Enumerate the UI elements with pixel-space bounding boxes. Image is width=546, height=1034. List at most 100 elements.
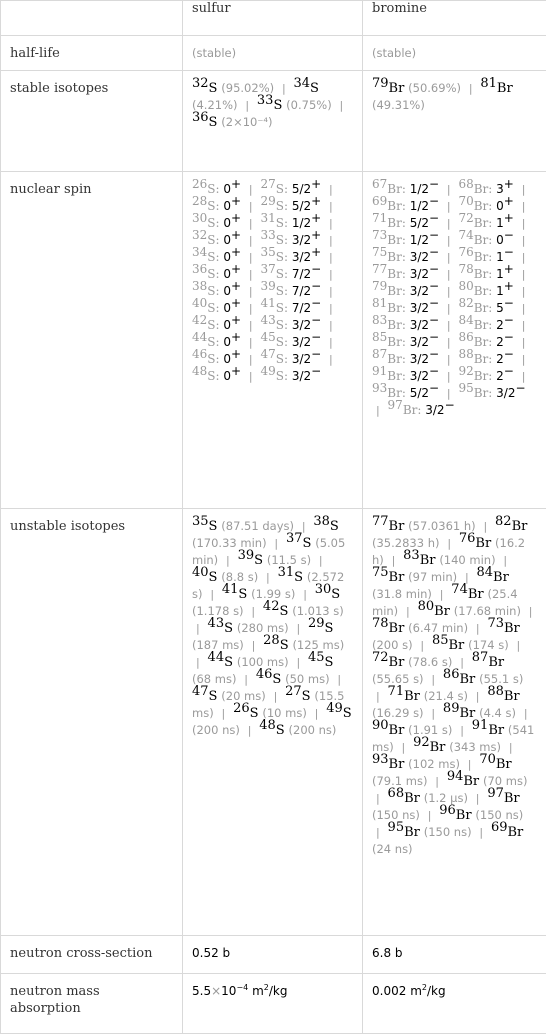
- separator: |: [443, 217, 455, 230]
- separator: |: [436, 588, 448, 601]
- parity: +: [504, 194, 514, 208]
- spin-value: 3/2: [292, 233, 311, 247]
- element-symbol: Br: [389, 621, 405, 636]
- mass-number: 71: [388, 684, 405, 699]
- separator: |: [270, 537, 282, 550]
- mass-absorption-value: 5.5×10−4 m2/kg: [192, 984, 287, 998]
- isotope-entry: 28S (125 ms): [263, 638, 344, 652]
- element-symbol: Br: [468, 587, 484, 602]
- element-symbol: S: [207, 267, 215, 281]
- mass-number: 91: [472, 718, 489, 733]
- element-symbol: Br: [474, 386, 489, 400]
- mass-number: 48: [192, 364, 207, 378]
- mass-number: 73: [487, 616, 504, 631]
- mass-number: 42: [192, 313, 207, 327]
- parity: +: [311, 228, 321, 242]
- element-symbol: Br: [387, 250, 402, 264]
- bromine-neutron-mass-absorption: 0.002 m2/kg: [363, 974, 546, 1034]
- separator: |: [325, 200, 337, 213]
- isotope-entry: 96Br (150 ns): [439, 808, 523, 822]
- separator: |: [244, 724, 256, 737]
- element-symbol: Br: [387, 369, 402, 383]
- colon: :: [284, 216, 292, 230]
- separator: |: [443, 200, 455, 213]
- parity: −: [504, 313, 514, 327]
- isotope-value: (50.69%): [408, 81, 461, 95]
- element-symbol: S: [276, 199, 284, 213]
- sulfur-nuclear-spin: 26S: 0+ | 27S: 5/2+ | 28S: 0+ | 29S: 5/2…: [183, 172, 363, 509]
- mass-number: 41: [260, 296, 275, 310]
- mass-number: 44: [192, 330, 207, 344]
- isotope-value: (200 ns): [192, 723, 240, 737]
- spin-value: 0: [496, 233, 504, 247]
- separator: |: [518, 336, 530, 349]
- spin-value: 1: [496, 216, 504, 230]
- element-symbol: Br: [449, 638, 465, 653]
- parity: −: [429, 245, 439, 259]
- spin-entry: 95Br: 3/2−: [458, 386, 525, 400]
- separator: |: [245, 251, 257, 264]
- separator: |: [245, 217, 257, 230]
- colon: :: [488, 199, 496, 213]
- mass-number: 35: [260, 245, 275, 259]
- separator: |: [206, 588, 218, 601]
- element-symbol: S: [238, 587, 247, 602]
- mass-number: 34: [192, 245, 207, 259]
- separator: |: [464, 758, 476, 771]
- spin-value: 0: [223, 182, 231, 196]
- element-symbol: Br: [497, 81, 513, 96]
- mass-number: 88: [458, 347, 473, 361]
- spin-value: 3/2: [410, 335, 429, 349]
- element-symbol: S: [250, 706, 259, 721]
- separator: |: [240, 673, 252, 686]
- separator: |: [262, 571, 274, 584]
- separator: |: [479, 520, 491, 533]
- spin-value: 3/2: [410, 369, 429, 383]
- header-corner: [1, 1, 183, 36]
- mass-number: 78: [458, 262, 473, 276]
- element-symbol: Br: [474, 250, 489, 264]
- parity: −: [311, 313, 321, 327]
- mass-number: 78: [372, 616, 389, 631]
- element-symbol: S: [273, 98, 282, 113]
- mass-number: 38: [313, 514, 330, 529]
- spin-value: 0: [223, 233, 231, 247]
- spin-entry: 48S: 0+: [192, 369, 241, 383]
- mass-number: 36: [192, 262, 207, 276]
- isotope-entry: 48S (200 ns): [259, 723, 336, 737]
- element-symbol: Br: [474, 216, 489, 230]
- element-symbol: Br: [387, 335, 402, 349]
- separator: |: [525, 605, 537, 618]
- row-stable-isotopes: stable isotopes 32S (95.02%) | 34S (4.21…: [1, 71, 546, 172]
- element-symbol: S: [331, 587, 340, 602]
- mass-number: 34: [293, 76, 310, 91]
- element-symbol: S: [207, 216, 215, 230]
- colon: :: [284, 250, 292, 264]
- colon: :: [488, 318, 496, 332]
- mass-number: 81: [372, 296, 387, 310]
- mass-number: 75: [372, 565, 389, 580]
- element-symbol: Br: [389, 655, 405, 670]
- parity: +: [504, 211, 514, 225]
- parity: −: [429, 211, 439, 225]
- isotope-value: (2×10⁻⁴): [221, 115, 272, 129]
- element-symbol: S: [224, 655, 233, 670]
- mass-number: 81: [480, 76, 497, 91]
- isotope-entry: 42S (1.013 s): [263, 604, 344, 618]
- element-symbol: Br: [403, 403, 418, 417]
- parity: −: [429, 347, 439, 361]
- separator: |: [245, 234, 257, 247]
- isotope-value: (97 min): [408, 570, 457, 584]
- mass-number: 93: [372, 752, 389, 767]
- colon: :: [284, 267, 292, 281]
- colon: :: [284, 369, 292, 383]
- separator: |: [518, 285, 530, 298]
- parity: +: [231, 211, 241, 225]
- parity: −: [445, 398, 455, 412]
- separator: |: [443, 183, 455, 196]
- row-label: neutron cross-section: [1, 936, 183, 974]
- parity: −: [429, 262, 439, 276]
- element-symbol: Br: [389, 519, 405, 534]
- mass-number: 67: [372, 177, 387, 191]
- times-sign: ×: [211, 984, 221, 998]
